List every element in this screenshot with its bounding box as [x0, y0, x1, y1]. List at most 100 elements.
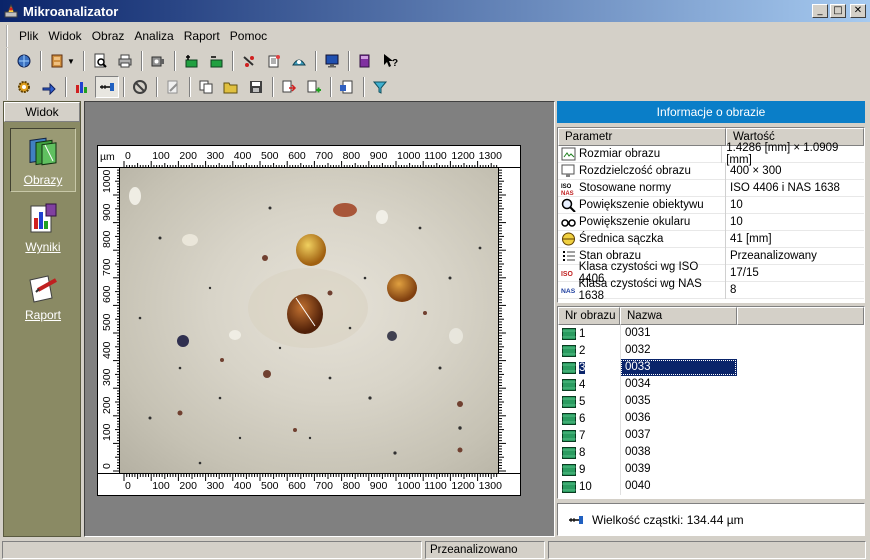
histogram-button[interactable] — [70, 76, 94, 98]
ruler-bottom: 0 100 200 300 400 500 600 700 800 900 1000 1100 1200… — [98, 473, 520, 495]
analyze-button[interactable] — [237, 50, 261, 72]
ruler-ticks — [499, 169, 506, 472]
particle-size-button[interactable] — [95, 76, 119, 98]
ruler-tick-label: 1300 — [478, 480, 502, 492]
ruler-tick-label: 1000 — [397, 480, 421, 492]
remove-image-icon — [210, 56, 223, 68]
column-header-nr[interactable]: Nr obrazu — [558, 307, 620, 325]
open-button[interactable] — [219, 76, 243, 98]
print-button[interactable] — [113, 50, 137, 72]
sidebar-header: Widok — [4, 102, 80, 122]
image-nr: 7 — [579, 429, 586, 442]
edit-button[interactable] — [161, 76, 185, 98]
report-pen-icon — [29, 275, 57, 303]
sidebar-item-label: Obrazy — [23, 173, 63, 187]
image-list-row[interactable]: 2 0032 — [558, 342, 864, 359]
image-list-row[interactable]: 9 0039 — [558, 461, 864, 478]
menu-raport[interactable]: Raport — [179, 29, 225, 43]
ruler-tick-label: 700 — [101, 258, 113, 276]
menu-pomoc[interactable]: Pomoc — [225, 29, 272, 43]
ruler-tick-label: 400 — [101, 341, 113, 359]
param-row[interactable]: NAS Klasa czystości wg NAS 1638 8 — [558, 278, 864, 302]
ruler-tick-label: 100 — [152, 480, 170, 492]
menu-plik[interactable]: Plik — [14, 29, 43, 43]
measure-icon — [268, 55, 280, 68]
remove-image-button[interactable] — [204, 50, 228, 72]
column-header-nazwa[interactable]: Nazwa — [620, 307, 737, 325]
image-list-row[interactable]: 5 0035 — [558, 393, 864, 410]
menu-widok[interactable]: Widok — [43, 29, 86, 43]
image-nr: 4 — [579, 378, 586, 391]
image-list-row[interactable]: 7 0037 — [558, 427, 864, 444]
add-image-button[interactable] — [179, 50, 203, 72]
menu-bar: Plik Widok Obraz Analiza Raport Pomoc — [6, 25, 272, 47]
sidebar-item-raport[interactable]: Raport — [10, 264, 76, 328]
param-name: Średnica sączka — [579, 233, 664, 245]
clear-button[interactable] — [128, 76, 152, 98]
ruler-tick-label: 1200 — [451, 480, 475, 492]
settings-button[interactable] — [12, 76, 36, 98]
close-button[interactable]: ✕ — [850, 4, 866, 18]
image-name: 0031 — [620, 325, 737, 342]
image-list-row[interactable]: 8 0038 — [558, 444, 864, 461]
status-pane-right — [548, 541, 866, 559]
ruler-tick-label: 800 — [101, 230, 113, 249]
image-frame: µm 0 100 200 300 400 500 600 700 800 900 1000 1100 1… — [97, 145, 521, 496]
maximize-button[interactable]: □ — [830, 4, 846, 18]
image-list-row[interactable]: 10 0040 — [558, 478, 864, 495]
particle-size-box: Wielkość cząstki: 134.44 µm — [557, 503, 865, 536]
filter-button[interactable] — [368, 76, 392, 98]
import-button[interactable] — [302, 76, 326, 98]
print-preview-button[interactable] — [88, 50, 112, 72]
camera-button[interactable] — [146, 50, 170, 72]
run-arrow-icon — [42, 82, 56, 95]
open-dropdown-button[interactable]: ▼ — [45, 50, 79, 72]
database-button[interactable] — [12, 50, 36, 72]
param-value: 400 × 300 — [730, 165, 782, 177]
image-thumb-icon — [562, 480, 576, 493]
particle-size-label: Wielkość cząstki: — [592, 512, 684, 527]
image-thumb-icon — [562, 378, 576, 391]
menu-obraz[interactable]: Obraz — [87, 29, 130, 43]
param-row[interactable]: Rozmiar obrazu 1.4286 [mm] × 1.0909 [mm] — [558, 142, 864, 166]
column-header-parametr[interactable]: Parametr — [558, 128, 726, 146]
monitor-button[interactable] — [320, 50, 344, 72]
save-button[interactable] — [244, 76, 268, 98]
copy-button[interactable] — [194, 76, 218, 98]
ruler-tick-label: 1100 — [424, 150, 447, 162]
image-list-row[interactable]: 6 0036 — [558, 410, 864, 427]
param-row[interactable]: ISO NAS Stosowane normy ISO 4406 i NAS 1638 — [558, 179, 864, 197]
sidebar-item-obrazy[interactable]: Obrazy — [10, 128, 76, 192]
measure-button[interactable] — [262, 50, 286, 72]
classify-button[interactable] — [287, 50, 311, 72]
filter-funnel-icon — [372, 81, 388, 94]
param-name: Rozdzielczość obrazu — [579, 165, 691, 177]
caliper-icon — [569, 515, 583, 524]
run-button[interactable] — [37, 76, 61, 98]
report-button[interactable] — [335, 76, 359, 98]
ruler-tick-label: 900 — [369, 150, 388, 162]
import-icon — [307, 80, 321, 93]
help-book-button[interactable] — [353, 50, 377, 72]
minimize-button[interactable]: _ — [812, 4, 828, 18]
ruler-tick-label: 300 — [206, 150, 225, 162]
export-button[interactable] — [277, 76, 301, 98]
ruler-tick-label: 300 — [206, 480, 225, 492]
param-row[interactable]: Powiększenie okularu 10 — [558, 213, 864, 231]
menu-analiza[interactable]: Analiza — [129, 29, 178, 43]
param-row[interactable]: Średnica sączka 41 [mm] — [558, 230, 864, 248]
globe-db-icon — [17, 54, 31, 68]
image-name: 0037 — [620, 427, 737, 444]
context-help-button[interactable]: ? — [378, 50, 402, 72]
image-list-row[interactable]: 4 0034 — [558, 376, 864, 393]
ruler-tick-label: 900 — [101, 203, 113, 221]
image-thumb-icon — [562, 463, 576, 476]
image-list-row[interactable]: 1 0031 — [558, 325, 864, 342]
param-row[interactable]: Powiększenie obiektywu 10 — [558, 196, 864, 214]
sidebar-item-wyniki[interactable]: Wyniki — [10, 196, 76, 260]
image-nr: 1 — [579, 327, 586, 340]
image-list-row[interactable]: 3 0033 — [558, 359, 864, 376]
parameter-table: Parametr Wartość Rozmiar obrazu 1.4286 [m… — [557, 127, 865, 303]
microscope-image[interactable] — [120, 168, 498, 473]
print-preview-icon — [94, 53, 107, 68]
